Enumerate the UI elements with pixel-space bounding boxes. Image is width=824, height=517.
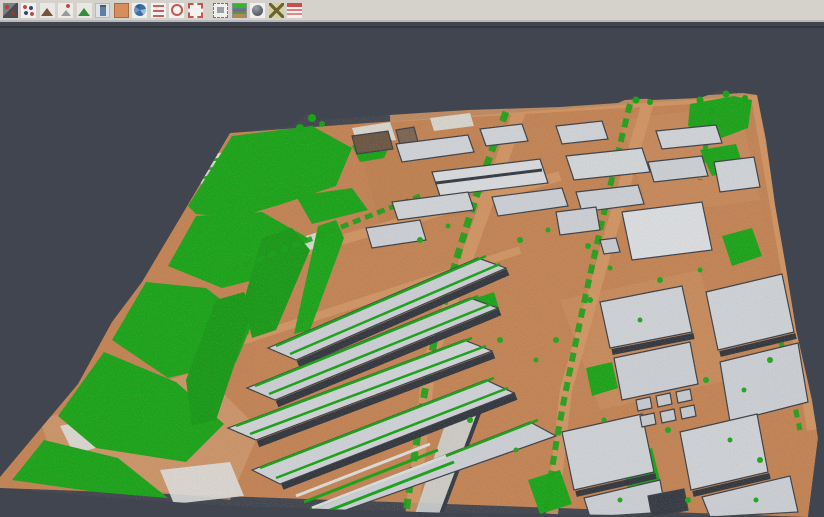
profile-view-button[interactable]: [94, 1, 112, 20]
target-circle-icon: [169, 3, 184, 18]
classify-dark-button[interactable]: [1, 1, 19, 20]
sphere-render-icon: [250, 3, 265, 18]
profile-view-icon: [95, 3, 110, 18]
globe-button[interactable]: [131, 1, 149, 20]
viewport: [0, 26, 824, 517]
fit-extent-button[interactable]: [186, 1, 204, 20]
point-scatter-icon: [21, 3, 36, 18]
flag-icon: [287, 3, 302, 18]
classified-display-button[interactable]: [230, 1, 248, 20]
orthophoto-button[interactable]: [112, 1, 130, 20]
classified-display-icon: [232, 3, 247, 18]
measure-button[interactable]: [267, 1, 285, 20]
select-area-icon: [213, 3, 228, 18]
terrain-brown-button[interactable]: [38, 1, 56, 20]
layer-list-button[interactable]: [149, 1, 167, 20]
select-area-button[interactable]: [212, 1, 230, 20]
flag-button[interactable]: [286, 1, 304, 20]
measure-icon: [269, 3, 284, 18]
fit-extent-icon: [188, 3, 203, 18]
low-points-icon: [58, 3, 73, 18]
toolbar: [0, 0, 824, 22]
terrain-vegetation-button[interactable]: [75, 1, 93, 20]
globe-icon: [132, 3, 147, 18]
terrain-brown-icon: [40, 3, 55, 18]
classify-dark-icon: [3, 3, 18, 18]
target-circle-button[interactable]: [168, 1, 186, 20]
point-scatter-button[interactable]: [20, 1, 38, 20]
sphere-render-button[interactable]: [249, 1, 267, 20]
layer-list-icon: [151, 3, 166, 18]
orthophoto-icon: [114, 3, 129, 18]
viewport-3d-scene[interactable]: [0, 28, 824, 517]
low-points-button[interactable]: [57, 1, 75, 20]
terrain-vegetation-icon: [77, 3, 92, 18]
